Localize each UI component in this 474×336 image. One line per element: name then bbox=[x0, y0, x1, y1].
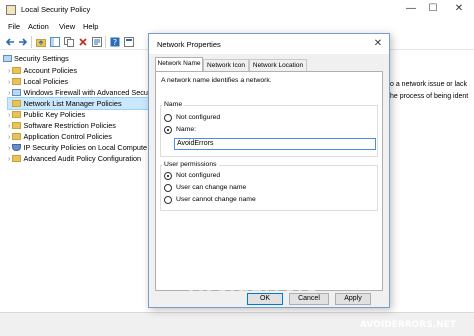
details-text-line: he process of being ident bbox=[390, 93, 469, 100]
cancel-button[interactable]: Cancel bbox=[289, 293, 329, 305]
intro-text: A network name identifies a network. bbox=[161, 77, 272, 84]
tree-item-local-policies[interactable]: › Local Policies bbox=[8, 76, 149, 87]
show-hide-tree-icon[interactable] bbox=[50, 37, 60, 47]
copy-icon[interactable] bbox=[64, 37, 74, 47]
folder-icon bbox=[12, 111, 22, 118]
tree-item-software-restriction[interactable]: › Software Restriction Policies bbox=[8, 120, 149, 131]
dialog-title: Network Properties bbox=[157, 40, 221, 49]
tree-item-label: Network List Manager Policies bbox=[23, 99, 122, 108]
tree-item-label: Advanced Audit Policy Configuration bbox=[23, 154, 142, 163]
tree-item-advanced-audit[interactable]: › Advanced Audit Policy Configuration bbox=[8, 153, 149, 164]
radio-name[interactable] bbox=[164, 126, 172, 134]
tab-network-icon[interactable]: Network Icon bbox=[203, 59, 249, 71]
minimize-button[interactable]: — bbox=[404, 3, 418, 15]
tree-item-label: Public Key Policies bbox=[23, 110, 86, 119]
menu-view[interactable]: View bbox=[59, 22, 75, 31]
name-group-label: Name bbox=[162, 101, 185, 108]
radio-name-not-configured[interactable] bbox=[164, 114, 172, 122]
ip-security-icon bbox=[12, 144, 22, 151]
tree-item-public-key-policies[interactable]: › Public Key Policies bbox=[8, 109, 149, 120]
close-button[interactable]: ✕ bbox=[452, 3, 466, 15]
tab-network-name[interactable]: Network Name bbox=[155, 57, 203, 72]
menu-file[interactable]: File bbox=[8, 22, 20, 31]
details-text-line: o a network issue or lack bbox=[390, 81, 468, 88]
radio-label: Name: bbox=[176, 126, 197, 133]
watermark-url: AVOIDERRORS.NET bbox=[360, 320, 456, 330]
delete-icon[interactable] bbox=[78, 37, 88, 47]
toolbar-separator bbox=[105, 36, 106, 48]
tab-network-location[interactable]: Network Location bbox=[249, 59, 307, 71]
tree-item-label: Account Policies bbox=[23, 66, 78, 75]
help-icon[interactable]: ? bbox=[110, 37, 120, 47]
tree-item-ip-security[interactable]: › IP Security Policies on Local Compute bbox=[8, 142, 149, 153]
folder-icon bbox=[12, 67, 22, 74]
folder-icon bbox=[12, 78, 22, 85]
properties-icon[interactable] bbox=[124, 37, 134, 47]
dialog-close-button[interactable]: ✕ bbox=[371, 37, 385, 51]
tree-item-windows-firewall[interactable]: › Windows Firewall with Advanced Secu bbox=[8, 87, 149, 98]
menu-help[interactable]: Help bbox=[83, 22, 98, 31]
up-folder-icon[interactable] bbox=[36, 37, 46, 47]
tab-panel: A network name identifies a network. Nam… bbox=[155, 71, 383, 291]
network-properties-dialog: Network Properties ✕ Network Name Networ… bbox=[148, 33, 390, 308]
radio-perm-not-configured[interactable] bbox=[164, 172, 172, 180]
tree-pane: Security Settings › Account Policies › L… bbox=[0, 50, 150, 312]
tree-item-security-settings[interactable]: Security Settings bbox=[3, 53, 149, 64]
folder-icon bbox=[12, 100, 22, 107]
radio-label: User cannot change name bbox=[176, 196, 256, 203]
permissions-group-label: User permissions bbox=[162, 161, 219, 168]
toolbar-separator bbox=[31, 36, 32, 48]
ok-button[interactable]: OK bbox=[247, 293, 283, 305]
menu-action[interactable]: Action bbox=[28, 22, 49, 31]
app-icon bbox=[6, 5, 16, 15]
tree-item-account-policies[interactable]: › Account Policies bbox=[8, 65, 149, 76]
firewall-icon bbox=[12, 89, 22, 96]
tree-item-label: Local Policies bbox=[23, 77, 69, 86]
radio-label: Not configured bbox=[176, 114, 221, 121]
tree-item-label: Windows Firewall with Advanced Secu bbox=[23, 88, 148, 97]
radio-label: Not configured bbox=[176, 172, 221, 179]
details-pane: o a network issue or lack he process of … bbox=[388, 50, 474, 312]
radio-user-can-change[interactable] bbox=[164, 184, 172, 192]
folder-icon bbox=[12, 155, 22, 162]
radio-label: User can change name bbox=[176, 184, 247, 191]
tree-item-label: Software Restriction Policies bbox=[23, 121, 116, 130]
export-list-icon[interactable] bbox=[92, 37, 102, 47]
apply-button[interactable]: Apply bbox=[335, 293, 371, 305]
back-arrow-icon[interactable] bbox=[5, 37, 15, 47]
maximize-button[interactable]: ☐ bbox=[426, 3, 440, 15]
forward-arrow-icon[interactable] bbox=[18, 37, 28, 47]
tree-item-label: IP Security Policies on Local Compute bbox=[23, 143, 148, 152]
network-name-input[interactable]: AvoidErrors bbox=[174, 138, 376, 150]
svg-text:?: ? bbox=[113, 38, 117, 47]
folder-icon bbox=[12, 133, 22, 140]
tree-item-label: Application Control Policies bbox=[23, 132, 112, 141]
radio-user-cannot-change[interactable] bbox=[164, 196, 172, 204]
tree-item-label: Security Settings bbox=[14, 54, 69, 63]
tree-item-application-control[interactable]: › Application Control Policies bbox=[8, 131, 149, 142]
tree-item-network-list-manager[interactable]: › Network List Manager Policies bbox=[7, 97, 150, 110]
computer-icon bbox=[3, 55, 12, 62]
folder-icon bbox=[12, 122, 22, 129]
window-title: Local Security Policy bbox=[21, 5, 91, 14]
